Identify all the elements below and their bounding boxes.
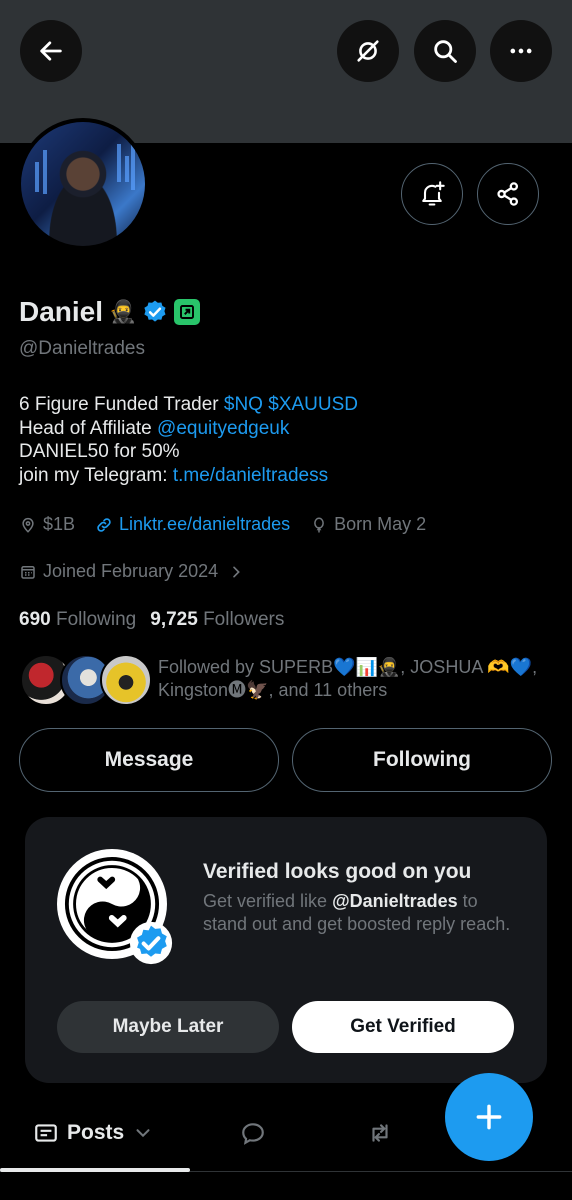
more-options-button[interactable] xyxy=(490,20,552,82)
following-label: Following xyxy=(55,609,137,630)
balloon-icon xyxy=(314,517,325,532)
profile-meta: $1B Linktr.ee/danieltrades Born May 2 xyxy=(19,514,446,535)
joined-text: Joined February 2024 xyxy=(43,561,219,581)
followed-by-row[interactable]: Followed by SUPERB💙📊🥷, JOSHUA 🫶💙, Kingst… xyxy=(20,652,560,708)
bio-text: join my Telegram: xyxy=(19,464,173,486)
verified-badge-icon xyxy=(129,921,173,965)
search-button[interactable] xyxy=(414,20,476,82)
link-icon xyxy=(97,517,111,532)
repost-icon xyxy=(372,1124,388,1142)
followers-count: 9,725 xyxy=(150,609,198,630)
followed-by-text: Followed by SUPERB💙📊🥷, JOSHUA 🫶💙, Kingst… xyxy=(158,657,538,700)
chevron-down-icon xyxy=(136,1129,150,1138)
website-link[interactable]: Linktr.ee/danieltrades xyxy=(119,514,290,535)
bell-plus-icon xyxy=(422,181,445,206)
cashtag-link[interactable]: $NQ $XAUUSD xyxy=(224,394,358,415)
following-button[interactable]: Following xyxy=(292,728,552,792)
verified-badge-icon[interactable] xyxy=(142,299,168,325)
share-icon xyxy=(497,182,519,206)
mention-link[interactable]: @equityedgeuk xyxy=(157,418,289,439)
birthday: Born May 2 xyxy=(310,514,426,535)
compose-button[interactable] xyxy=(445,1073,533,1161)
tab-reposts[interactable] xyxy=(367,1120,393,1146)
follower-avatar xyxy=(100,654,152,706)
following-count-link[interactable]: 690 Following xyxy=(19,609,136,631)
slash-circle-icon xyxy=(357,40,379,62)
desc-handle: @Danieltrades xyxy=(332,891,458,911)
website[interactable]: Linktr.ee/danieltrades xyxy=(95,514,290,535)
posts-icon xyxy=(35,1124,57,1142)
back-button[interactable] xyxy=(20,20,82,82)
following-count: 690 xyxy=(19,609,51,630)
joined: Joined February 2024 xyxy=(19,561,218,582)
reply-icon xyxy=(242,1123,264,1145)
more-horizontal-icon xyxy=(510,48,532,54)
verified-upsell-card: Verified looks good on you Get verified … xyxy=(25,817,547,1083)
affiliate-badge-icon[interactable] xyxy=(174,299,201,325)
notifications-button[interactable] xyxy=(401,163,463,225)
tab-posts-label: Posts xyxy=(67,1121,125,1144)
arrow-left-icon xyxy=(40,41,62,61)
location: $1B xyxy=(19,514,75,535)
verified-card-description: Get verified like @Danieltrades to stand… xyxy=(203,890,523,936)
followers-label: Followers xyxy=(203,609,285,630)
maybe-later-button[interactable]: Maybe Later xyxy=(57,1001,279,1053)
telegram-link[interactable]: t.me/danieltradess xyxy=(173,465,328,486)
chevron-right-icon xyxy=(233,566,240,577)
active-tab-indicator xyxy=(0,1168,190,1172)
profile-bio: 6 Figure Funded Trader $NQ $XAUUSD Head … xyxy=(19,393,358,487)
joined-row[interactable]: Joined February 2024 xyxy=(19,561,244,582)
birthday-text: Born May 2 xyxy=(334,514,427,534)
ninja-emoji: 🥷 xyxy=(109,299,137,324)
desc-text: Get verified like xyxy=(203,891,333,911)
bio-text: Head of Affiliate xyxy=(19,417,158,439)
profile-name: Daniel xyxy=(19,296,104,327)
profile-avatar[interactable] xyxy=(17,118,149,250)
share-button[interactable] xyxy=(477,163,539,225)
bio-text: DANIEL50 for 50% xyxy=(19,441,180,462)
calendar-icon xyxy=(21,565,35,579)
verified-card-title: Verified looks good on you xyxy=(203,860,472,883)
followers-count-link[interactable]: 9,725 Followers xyxy=(150,609,284,631)
audio-off-button[interactable] xyxy=(337,20,399,82)
profile-handle: @Danieltrades xyxy=(19,338,145,359)
plus-icon xyxy=(476,1104,502,1130)
location-pin-icon xyxy=(22,517,34,533)
tab-posts[interactable]: Posts xyxy=(33,1120,154,1146)
bio-text: 6 Figure Funded Trader xyxy=(19,394,224,415)
tab-replies[interactable] xyxy=(240,1120,266,1146)
follow-stats: 690 Following 9,725 Followers xyxy=(19,609,284,631)
location-text: $1B xyxy=(43,514,76,534)
message-button[interactable]: Message xyxy=(19,728,279,792)
get-verified-button[interactable]: Get Verified xyxy=(292,1001,514,1053)
profile-name-row: Daniel 🥷 xyxy=(19,296,201,328)
search-icon xyxy=(434,40,457,63)
